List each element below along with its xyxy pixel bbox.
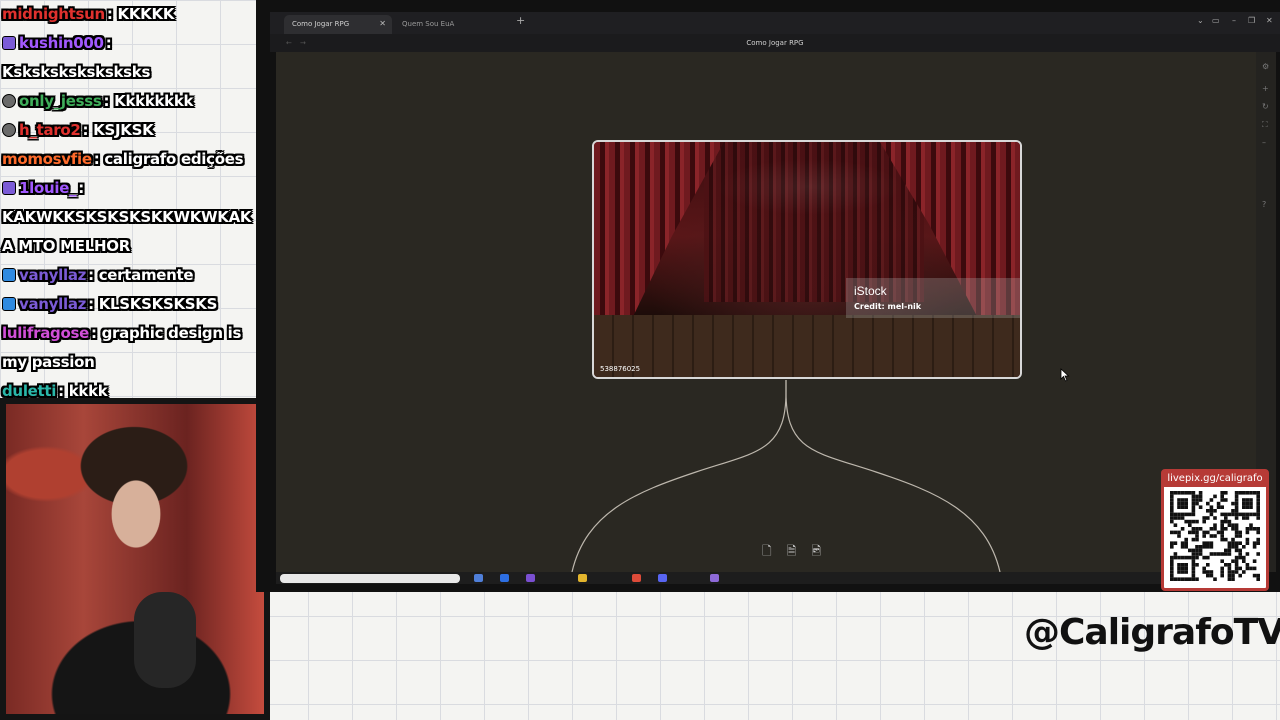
chat-message: Ksksksksksksksks	[0, 58, 256, 87]
chat-message: kushin000:	[0, 29, 256, 58]
chat-text: caligrafo edições	[104, 150, 244, 168]
chat-username: duletti	[2, 382, 57, 398]
taskbar-app-icon[interactable]	[474, 574, 483, 582]
prime-badge-icon	[2, 268, 16, 282]
chat-text: A MTO MELHOR	[2, 237, 130, 255]
microphone	[134, 592, 196, 688]
settings-icon[interactable]: ⚙	[1262, 62, 1269, 71]
prime-badge-icon	[2, 297, 16, 311]
zoom-out-icon[interactable]: –	[1262, 138, 1266, 147]
chat-username: 1louie_	[19, 179, 77, 197]
close-window-icon[interactable]: ✕	[1266, 16, 1273, 25]
taskbar	[276, 572, 1260, 584]
canvas-board[interactable]: iStock Credit: mel-nik 538876025 🗋 🗎 🖻	[276, 52, 1260, 572]
chat-username: only_jesss	[19, 92, 102, 110]
minimize-icon[interactable]: –	[1232, 16, 1236, 25]
chat-text: my passion	[2, 353, 95, 371]
tab-bar: Como Jogar RPG ✕ Quem Sou EuA + ⌄ ▭ – ❐ …	[270, 12, 1280, 34]
stage-floor	[594, 315, 1020, 377]
zoom-in-icon[interactable]: +	[1262, 84, 1269, 93]
chat-username: vanyllaz	[19, 295, 87, 313]
image-id: 538876025	[600, 365, 641, 373]
chat-text: graphic design is	[101, 324, 242, 342]
chat-message: momosvfie: caligrafo edições	[2, 150, 244, 168]
refresh-icon[interactable]: ↻	[1262, 102, 1269, 111]
taskbar-search[interactable]	[280, 574, 460, 583]
new-tab-button[interactable]: +	[516, 14, 525, 27]
tab-quem-sou-eu[interactable]: Quem Sou EuA	[394, 15, 504, 34]
chat-text: certamente	[98, 266, 194, 284]
qr-donation-box: livepix.gg/caligrafo	[1161, 469, 1269, 591]
chat-message: vanyllaz: certamente	[0, 261, 256, 290]
webcam-video	[6, 404, 264, 714]
toolbar: ← → Como Jogar RPG	[270, 34, 1280, 52]
chat-text: KSJKSK	[93, 121, 154, 139]
watermark: iStock Credit: mel-nik	[846, 278, 1020, 318]
chat-text: kkkk	[68, 382, 108, 398]
help-icon[interactable]: ?	[1262, 200, 1266, 209]
folder-icon[interactable]	[578, 574, 587, 582]
chat-text: Ksksksksksksksks	[2, 63, 151, 81]
chat-username: h_taro2	[19, 121, 81, 139]
gift-badge-icon	[2, 123, 16, 137]
gift-badge-icon	[2, 94, 16, 108]
node-toolbar: 🗋 🗎 🖻	[762, 540, 831, 563]
channel-handle: @CaligrafoTV	[1024, 612, 1280, 653]
restore-icon[interactable]: ❐	[1248, 16, 1255, 25]
fit-view-icon[interactable]: ⛶	[1262, 120, 1268, 130]
chat-overlay: midnightsun: KKKKK kushin000: Ksksksksksk…	[0, 0, 256, 398]
sub-badge-icon	[2, 36, 16, 50]
discord-icon[interactable]	[658, 574, 667, 582]
chat-message: lulifragose: graphic design is	[2, 324, 242, 342]
chat-message: duletti: kkkk	[2, 382, 108, 398]
chat-username: lulifragose	[2, 324, 89, 342]
chevron-down-icon[interactable]: ⌄	[1197, 16, 1204, 25]
chat-username: kushin000	[19, 34, 104, 52]
chat-username: momosvfie	[2, 150, 92, 168]
chat-text: KAKWKKSKSKSKSKKWKWKAK	[2, 208, 252, 226]
chat-message: midnightsun: KKKKK	[2, 5, 175, 23]
obsidian-icon[interactable]	[710, 574, 719, 582]
taskbar-app-icon[interactable]	[500, 574, 509, 582]
close-icon[interactable]: ✕	[379, 19, 386, 28]
chat-username: midnightsun	[2, 5, 105, 23]
chat-message: my passion	[0, 348, 256, 377]
image-node[interactable]: iStock Credit: mel-nik 538876025	[592, 140, 1022, 379]
tab-label: Como Jogar RPG	[292, 20, 350, 28]
sub-badge-icon	[2, 181, 16, 195]
watermark-credit: Credit: mel-nik	[854, 302, 922, 311]
chat-username: vanyllaz	[19, 266, 87, 284]
chat-text: Kkkkkkkk	[114, 92, 194, 110]
qr-label: livepix.gg/caligrafo	[1164, 472, 1266, 487]
sidebar-toggle-icon[interactable]: ▭	[1212, 16, 1220, 25]
chat-message: vanyllaz: KLSKSKSKSKS	[0, 290, 256, 319]
chat-text: KKKKK	[117, 5, 175, 23]
image-icon[interactable]: 🖻	[812, 542, 822, 563]
tab-como-jogar-rpg[interactable]: Como Jogar RPG ✕	[284, 15, 392, 34]
note-icon[interactable]: 🗎	[787, 542, 797, 563]
page-title: Como Jogar RPG	[746, 39, 804, 47]
watermark-brand: iStock	[854, 284, 887, 298]
browser-window: Como Jogar RPG ✕ Quem Sou EuA + ⌄ ▭ – ❐ …	[256, 0, 1280, 592]
mouse-cursor-icon	[1060, 368, 1070, 382]
qr-code-icon	[1170, 491, 1260, 581]
chrome-icon[interactable]	[632, 574, 641, 582]
file-icon[interactable]: 🗋	[762, 542, 772, 563]
chat-message: 1louie_:	[0, 174, 256, 203]
chat-message: h_taro2: KSJKSK	[0, 116, 256, 145]
taskbar-app-icon[interactable]	[526, 574, 535, 582]
tab-label: Quem Sou EuA	[402, 20, 455, 28]
chat-message: only_jesss: Kkkkkkkk	[0, 87, 256, 116]
chat-message: A MTO MELHOR	[0, 232, 256, 261]
chat-text: KLSKSKSKSKS	[98, 295, 218, 313]
webcam-feed	[0, 398, 270, 720]
chat-message: KAKWKKSKSKSKSKKWKWKAK	[0, 203, 256, 232]
